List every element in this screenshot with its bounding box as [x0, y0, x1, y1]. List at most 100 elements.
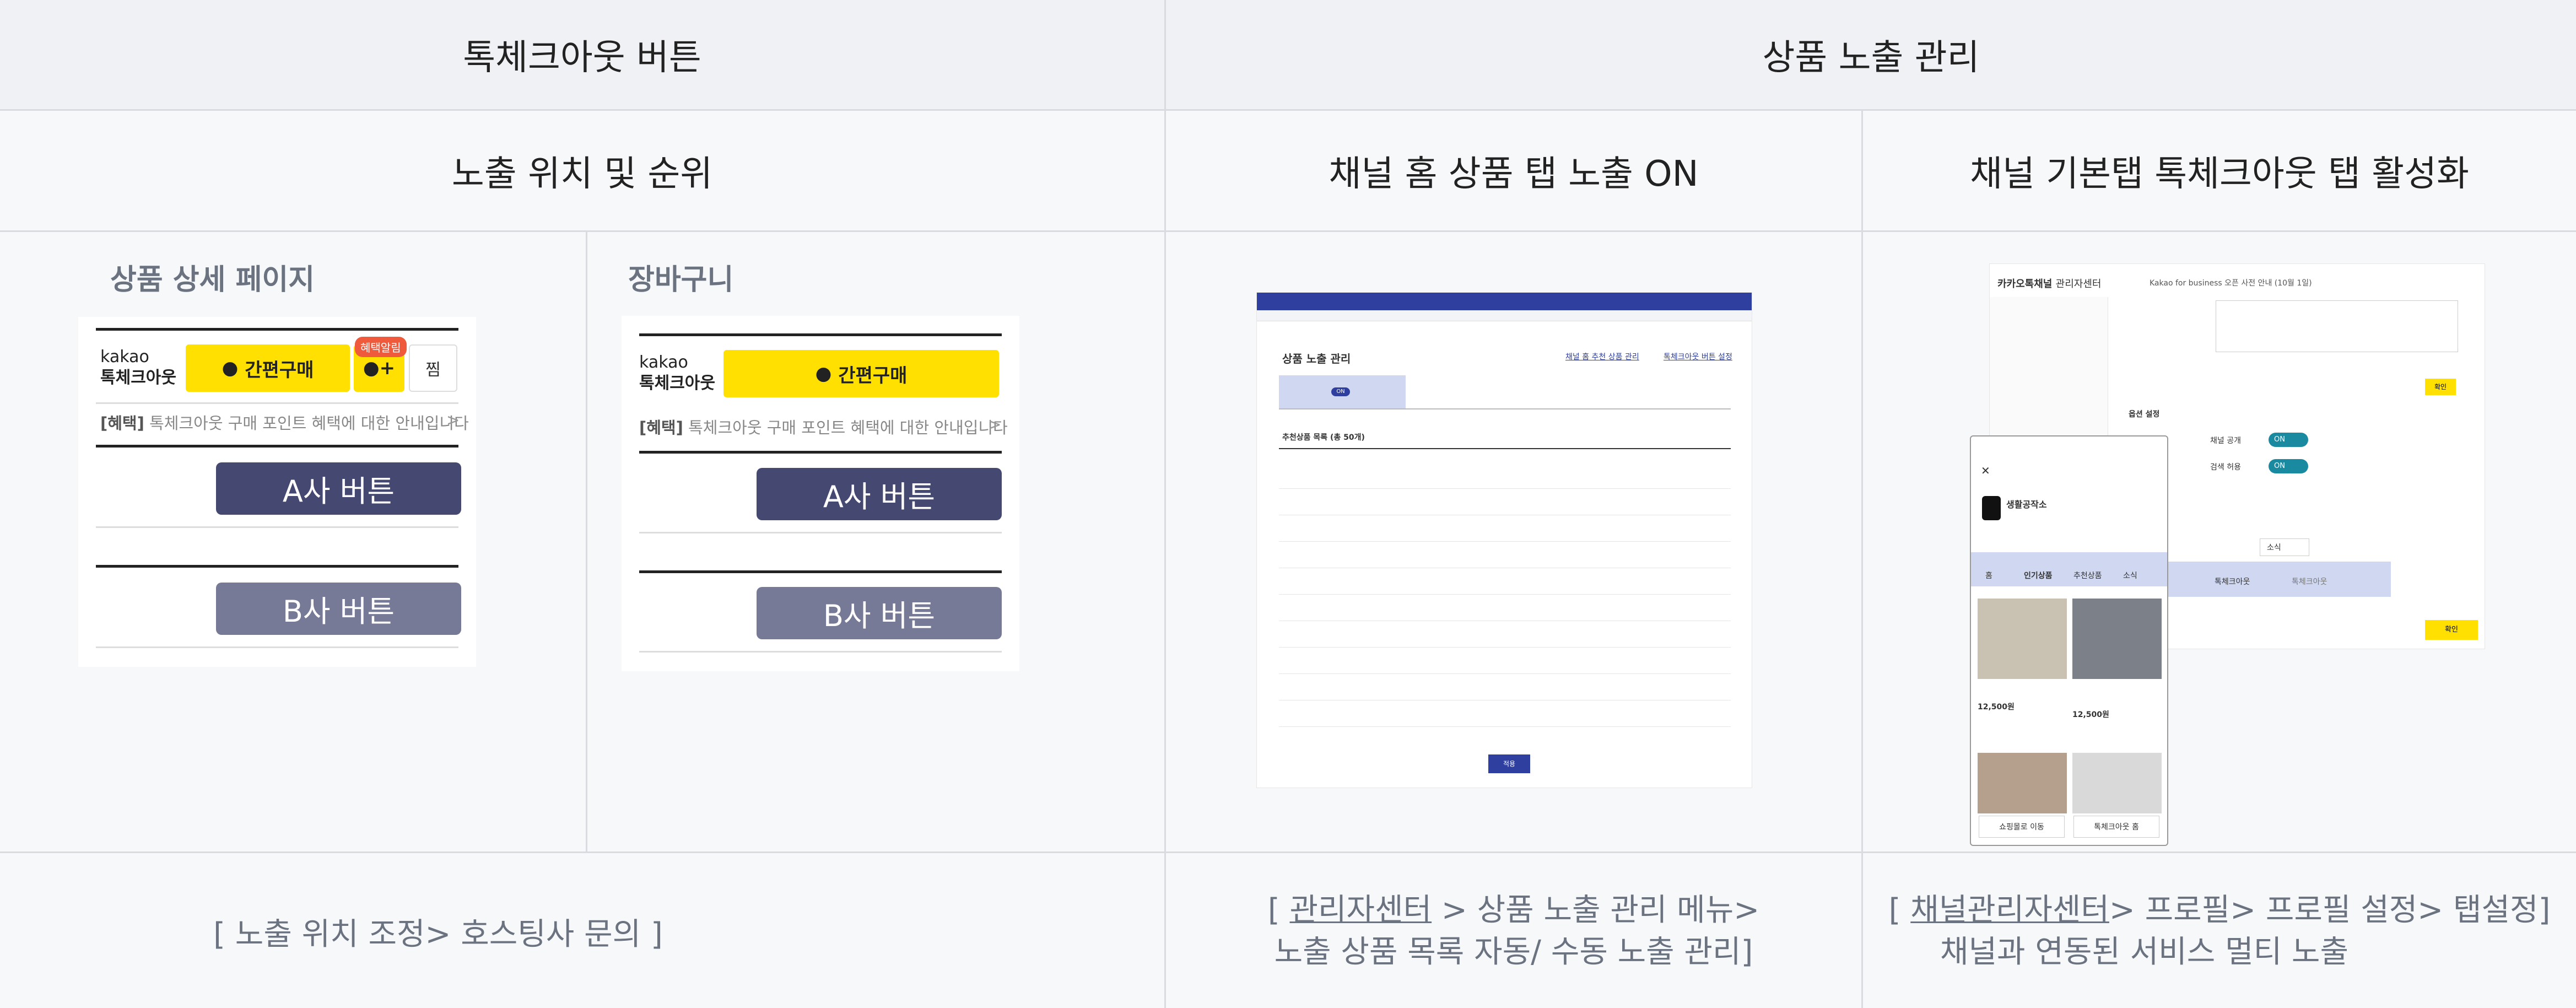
tab-select[interactable]: 소식: [2260, 538, 2309, 556]
divider: [1861, 110, 1863, 1008]
kakao-logo: kakao 톡체크아웃: [100, 347, 176, 388]
header-exposure-mgmt: 상품 노출 관리: [1166, 0, 2576, 109]
search-toggle[interactable]: ON: [2269, 459, 2308, 473]
footer-col2-path: > 상품 노출 관리 메뉴>: [1432, 892, 1760, 928]
talk-checkout-label: 톡체크아웃: [100, 368, 176, 387]
phone-tab-popular[interactable]: 인기상품: [2024, 570, 2053, 581]
quick-buy-label: 간편구매: [245, 359, 314, 381]
admin-logo-sub: 관리자센터: [2055, 278, 2102, 290]
footer-col3-line1: [ 채널관리자센터> 프로필> 프로필 설정> 탭설정]: [1863, 890, 2576, 931]
b-company-button[interactable]: B사 버튼: [216, 583, 461, 635]
comparison-table: 톡체크아웃 버튼 상품 노출 관리 노출 위치 및 순위 채널 홈 상품 탭 노…: [0, 0, 2576, 1008]
chevron-right-icon: >: [988, 415, 1002, 434]
footer-col3-path: > 프로필> 프로필 설정> 탭설정]: [2109, 892, 2551, 928]
footer-col1: [ 노출 위치 조정> 호스팅사 문의 ]: [213, 917, 663, 952]
divider: [96, 526, 458, 528]
footer-col2: [ 관리자센터 > 상품 노출 관리 메뉴> 노출 상품 목록 자동/ 수동 노…: [1166, 890, 1861, 973]
a-company-button[interactable]: A사 버튼: [757, 468, 1002, 520]
plus-label: +: [379, 357, 396, 379]
apply-button[interactable]: 적용: [1488, 754, 1530, 773]
option-section: 옵션 설정: [2129, 410, 2160, 419]
benefit-tag: [혜택]: [639, 418, 683, 437]
detail-card: kakao 톡체크아웃 ● 간편구매 ● + 혜택알림 찜 [혜택] 톡체크아웃 구매…: [78, 317, 476, 667]
benefit-text: 톡체크아웃 구매 포인트 혜택에 대한 안내입니다: [149, 414, 469, 433]
footer-col3: [ 채널관리자센터> 프로필> 프로필 설정> 탭설정] 채널과 연동된 서비스…: [1863, 890, 2576, 973]
list-count: 추천상품 목록 (총 50개): [1282, 433, 1365, 442]
footer-col3-line2: 채널과 연동된 서비스 멀티 노출: [1940, 934, 2348, 970]
talk-checkout-home-button[interactable]: 톡체크아웃 홈: [2073, 816, 2159, 838]
tab-option-2[interactable]: 톡체크아웃: [2292, 576, 2327, 587]
intro-textarea[interactable]: [2216, 300, 2458, 352]
kakao-logo-text: kakao: [100, 347, 149, 366]
divider: [96, 445, 458, 448]
product-table: [1279, 462, 1731, 727]
phone-tab-home[interactable]: 홈: [1985, 570, 1992, 581]
top-rule: [96, 328, 458, 331]
divider: [96, 646, 458, 648]
sub-nav: [1257, 310, 1752, 321]
confirm-button[interactable]: 확인: [2425, 620, 2478, 640]
header-channel-tab: 채널 기본탭 톡체크아웃 탭 활성화: [1970, 153, 2469, 195]
search-label: 검색 허용: [2210, 463, 2241, 472]
admin-logo-name: 카카오톡채널: [1997, 278, 2053, 290]
product-price-2: 12,500원: [2072, 710, 2109, 719]
cart-card: kakao 톡체크아웃 ● 간편구매 [혜택] 톡체크아웃 구매 포인트 혜택에 대…: [622, 316, 1019, 671]
confirm-button-top[interactable]: 확인: [2425, 379, 2456, 395]
divider: [96, 402, 458, 404]
chat-plus-icon: ●: [363, 357, 380, 379]
divider: [0, 230, 2576, 232]
kakao-logo-text: kakao: [639, 353, 688, 372]
public-toggle[interactable]: ON: [2269, 433, 2308, 447]
footer-col3-bracket: [: [1888, 892, 1911, 928]
tab-option-1[interactable]: 톡체크아웃: [2215, 576, 2250, 587]
store-name: 생활공작소: [2006, 499, 2047, 510]
phone-tab-news[interactable]: 소식: [2123, 570, 2137, 581]
benefit-row[interactable]: [혜택] 톡체크아웃 구매 포인트 혜택에 대한 안내입니다: [639, 415, 1008, 438]
cart-title: 장바구니: [628, 263, 734, 297]
screen-title: 상품 노출 관리: [1282, 352, 1351, 365]
phone-tab-bar: [1971, 552, 2167, 586]
table-header-rule: [1279, 448, 1731, 449]
store-logo: [1982, 496, 2001, 520]
zzim-button[interactable]: 찜: [409, 344, 457, 392]
phone-preview: ✕ 생활공작소 홈 인기상품 추천상품 소식 12,500원 12,500원 쇼…: [1970, 435, 2168, 846]
toggle-switch[interactable]: ON: [1331, 387, 1350, 396]
notice-bar: Kakao for business 오픈 사전 안내 (10월 1일): [2150, 279, 2312, 288]
recommend-link[interactable]: 채널 홈 추천 상품 관리: [1565, 351, 1639, 362]
a-company-button[interactable]: A사 버튼: [216, 462, 461, 515]
close-icon[interactable]: ✕: [1981, 464, 1990, 477]
footer-col2-line1: [ 관리자센터 > 상품 노출 관리 메뉴>: [1166, 890, 1861, 931]
exposure-mgmt-screenshot: 상품 노출 관리 채널 홈 추천 상품 관리 톡체크아웃 버튼 설정 ON 추천…: [1256, 292, 1752, 788]
divider: [96, 565, 458, 568]
product-image-1[interactable]: [1978, 599, 2067, 679]
admin-logo: 카카오톡채널 관리자센터: [1997, 276, 2101, 290]
detail-title: 상품 상세 페이지: [110, 263, 315, 297]
phone-tab-recommend[interactable]: 추천상품: [2073, 570, 2102, 581]
channel-admin-link[interactable]: 채널관리자센터: [1910, 892, 2109, 928]
chat-bubble-icon: ●: [815, 363, 832, 385]
quick-buy-button[interactable]: ● 간편구매: [186, 344, 350, 392]
header-channel-home: 채널 홈 상품 탭 노출 ON: [1328, 153, 1699, 195]
product-image-2[interactable]: [2072, 599, 2162, 679]
button-settings-link[interactable]: 톡체크아웃 버튼 설정: [1664, 351, 1732, 362]
product-image-3[interactable]: [1978, 753, 2067, 813]
top-rule: [639, 333, 1002, 336]
product-image-4[interactable]: [2072, 753, 2162, 813]
divider: [639, 570, 1002, 573]
tab-highlight: [2166, 562, 2391, 597]
b-company-button[interactable]: B사 버튼: [757, 587, 1002, 639]
header-toss-button: 톡체크아웃 버튼: [0, 0, 1164, 109]
chat-bubble-icon: ●: [222, 357, 239, 379]
divider: [0, 851, 2576, 853]
divider: [639, 532, 1002, 533]
divider: [1279, 408, 1731, 409]
chevron-right-icon: >: [446, 411, 460, 429]
admin-center-link[interactable]: 관리자센터: [1290, 892, 1432, 928]
benefit-badge: 혜택알림: [355, 337, 407, 357]
quick-buy-button[interactable]: ● 간편구매: [723, 350, 999, 397]
benefit-row[interactable]: [혜택] 톡체크아웃 구매 포인트 혜택에 대한 안내입니다: [100, 411, 469, 434]
divider: [586, 231, 587, 852]
footer-col2-line2: 노출 상품 목록 자동/ 수동 노출 관리]: [1274, 934, 1753, 970]
go-shopping-button[interactable]: 쇼핑몰로 이동: [1979, 816, 2065, 838]
quick-buy-label: 간편구매: [838, 364, 908, 387]
